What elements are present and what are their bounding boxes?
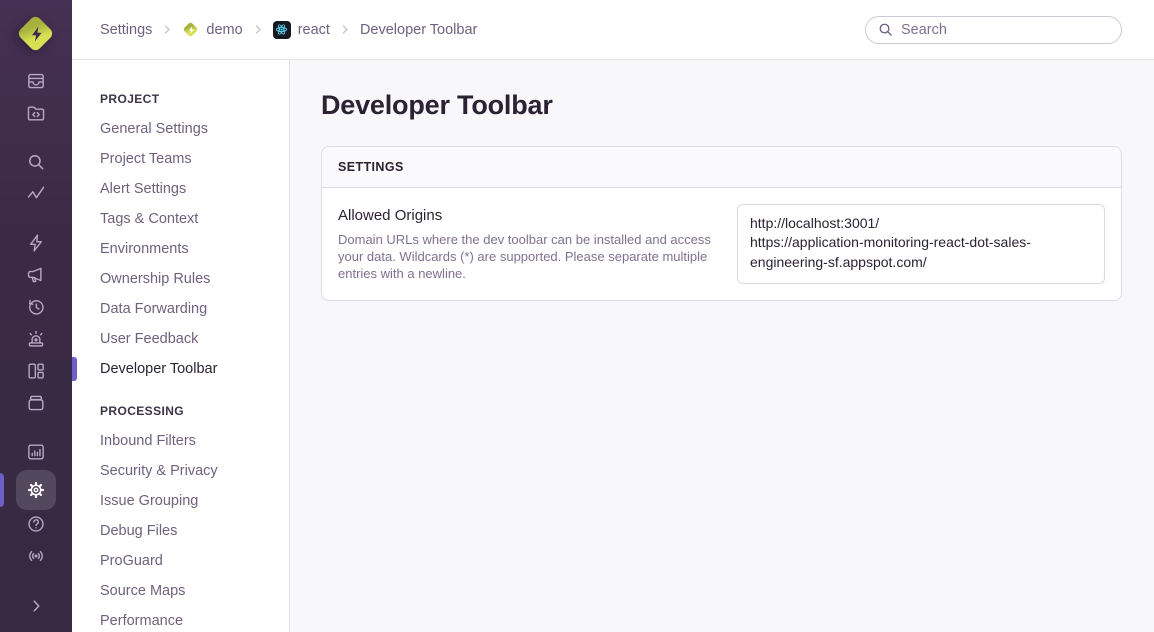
rail-item-explore[interactable] [0,148,72,176]
page-title: Developer Toolbar [321,90,1122,121]
chevron-right-icon[interactable] [14,592,58,620]
demo-org-logo-icon [182,21,199,38]
settings-sidebar: PROJECT General Settings Project Teams A… [72,60,290,632]
field-label-allowed-origins: Allowed Origins [338,207,713,224]
app-root: Settings demo [0,0,1154,632]
rail-item-help[interactable] [0,510,72,538]
search-icon[interactable] [14,148,58,176]
breadcrumb: Settings demo [100,21,477,39]
breadcrumb-org-demo[interactable]: demo [182,21,242,38]
rail-item-performance[interactable] [0,229,72,257]
sidebar-section-processing: PROCESSING [100,396,289,426]
sidebar-item-ownership-rules[interactable]: Ownership Rules [100,264,289,294]
rail-nav [0,67,72,510]
grid-layout-icon[interactable] [14,357,58,385]
sidebar-item-source-maps[interactable]: Source Maps [100,576,289,606]
bar-chart-icon[interactable] [14,438,58,466]
rail-item-settings[interactable] [0,470,72,510]
sidebar-item-data-forwarding[interactable]: Data Forwarding [100,294,289,324]
breadcrumb-current-label: Developer Toolbar [360,22,477,38]
gear-icon[interactable] [16,470,56,510]
rail-item-collapse[interactable] [0,592,72,620]
broadcast-icon[interactable] [14,542,58,570]
folder-code-icon[interactable] [14,99,58,127]
breadcrumb-settings[interactable]: Settings [100,22,152,38]
sidebar-item-proguard[interactable]: ProGuard [100,546,289,576]
settings-panel: SETTINGS Allowed Origins Domain URLs whe… [321,146,1122,301]
sidebar-section-project: PROJECT [100,84,289,114]
breadcrumb-org-label: demo [206,22,242,38]
top-header: Settings demo [72,0,1154,60]
sidebar-item-tags-context[interactable]: Tags & Context [100,204,289,234]
rail-item-issues[interactable] [0,67,72,95]
lightning-icon[interactable] [14,229,58,257]
breadcrumb-project-react[interactable]: react [273,21,330,39]
sidebar-item-general-settings[interactable]: General Settings [100,114,289,144]
sidebar-item-alert-settings[interactable]: Alert Settings [100,174,289,204]
demo-org-logo-icon [16,14,56,54]
sidebar-item-project-teams[interactable]: Project Teams [100,144,289,174]
sidebar-item-environments[interactable]: Environments [100,234,289,264]
megaphone-icon[interactable] [14,261,58,289]
search-icon [878,22,893,37]
sidebar-item-inbound-filters[interactable]: Inbound Filters [100,426,289,456]
archive-box-icon[interactable] [14,389,58,417]
chevron-separator-icon [252,23,264,36]
sidebar-item-debug-files[interactable]: Debug Files [100,516,289,546]
rail-item-broadcast[interactable] [0,542,72,570]
pulse-line-icon[interactable] [14,180,58,208]
breadcrumb-project-label: react [298,22,330,38]
org-logo[interactable] [0,0,72,67]
rail-item-dashboards[interactable] [0,357,72,385]
search-box[interactable] [865,16,1122,44]
breadcrumb-current-page[interactable]: Developer Toolbar [360,22,477,38]
issues-inbox-icon[interactable] [14,67,58,95]
breadcrumb-settings-label: Settings [100,22,152,38]
sidebar-item-user-feedback[interactable]: User Feedback [100,324,289,354]
question-circle-icon[interactable] [14,510,58,538]
panel-header: SETTINGS [322,147,1121,188]
sidebar-item-performance[interactable]: Performance [100,606,289,632]
rail-item-feedback[interactable] [0,261,72,289]
react-project-logo-icon [273,21,291,39]
clock-history-icon[interactable] [14,293,58,321]
rail-item-releases[interactable] [0,389,72,417]
rail-item-crons[interactable] [0,293,72,321]
field-description: Domain URLs where the dev toolbar can be… [338,231,713,282]
sidebar-item-security-privacy[interactable]: Security & Privacy [100,456,289,486]
nav-rail [0,0,72,632]
rail-bottom-group [0,510,72,632]
rail-item-stats[interactable] [0,438,72,466]
siren-icon[interactable] [14,325,58,353]
allowed-origins-textarea[interactable]: http://localhost:3001/ https://applicati… [737,204,1105,284]
rail-item-projects[interactable] [0,99,72,127]
chevron-separator-icon [339,23,351,36]
chevron-separator-icon [161,23,173,36]
sidebar-item-developer-toolbar[interactable]: Developer Toolbar [100,354,289,384]
sidebar-item-issue-grouping[interactable]: Issue Grouping [100,486,289,516]
search-input[interactable] [901,22,1109,38]
rail-item-insights[interactable] [0,180,72,208]
panel-body: Allowed Origins Domain URLs where the de… [322,188,1121,300]
rail-item-alerts[interactable] [0,325,72,353]
field-info: Allowed Origins Domain URLs where the de… [338,204,713,282]
main-content: Developer Toolbar SETTINGS Allowed Origi… [290,60,1154,632]
